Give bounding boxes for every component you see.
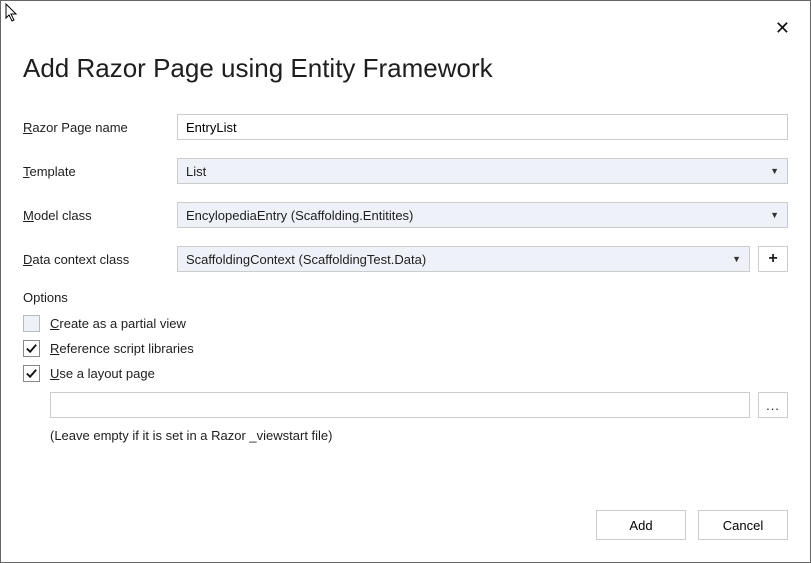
chevron-down-icon: ▼ (732, 254, 741, 264)
ellipsis-icon: ... (766, 398, 780, 413)
plus-icon: + (768, 250, 777, 268)
add-button[interactable]: Add (596, 510, 686, 540)
layout-path-row: ... (50, 392, 788, 418)
chevron-down-icon: ▼ (770, 210, 779, 220)
razor-page-name-label: Razor Page name (23, 120, 177, 135)
dialog-buttons: Add Cancel (23, 490, 788, 540)
create-partial-checkbox[interactable] (23, 315, 40, 332)
use-layout-label: Use a layout page (50, 366, 155, 381)
chevron-down-icon: ▼ (770, 166, 779, 176)
reference-scripts-row: Reference script libraries (23, 340, 788, 357)
razor-page-name-input[interactable] (177, 114, 788, 140)
options-heading: Options (23, 290, 788, 305)
model-class-label: Model class (23, 208, 177, 223)
close-button[interactable]: ✕ (775, 19, 790, 37)
template-combo[interactable]: List ▼ (177, 158, 788, 184)
reference-scripts-label: Reference script libraries (50, 341, 194, 356)
use-layout-checkbox[interactable] (23, 365, 40, 382)
dialog-title: Add Razor Page using Entity Framework (23, 53, 788, 84)
template-value: List (186, 164, 764, 179)
reference-scripts-checkbox[interactable] (23, 340, 40, 357)
data-context-label: Data context class (23, 252, 177, 267)
browse-layout-button[interactable]: ... (758, 392, 788, 418)
check-icon (25, 367, 38, 380)
cancel-button[interactable]: Cancel (698, 510, 788, 540)
create-partial-row: Create as a partial view (23, 315, 788, 332)
template-label: Template (23, 164, 177, 179)
data-context-combo[interactable]: ScaffoldingContext (ScaffoldingTest.Data… (177, 246, 750, 272)
form-grid: Razor Page name Template List ▼ Model cl… (23, 114, 788, 272)
options-section: Options Create as a partial view Referen… (23, 290, 788, 443)
create-partial-label: Create as a partial view (50, 316, 186, 331)
model-class-combo[interactable]: EncylopediaEntry (Scaffolding.Entitites)… (177, 202, 788, 228)
layout-hint: (Leave empty if it is set in a Razor _vi… (50, 428, 788, 443)
check-icon (25, 342, 38, 355)
dialog-container: ✕ Add Razor Page using Entity Framework … (1, 1, 810, 562)
layout-path-input[interactable] (50, 392, 750, 418)
use-layout-row: Use a layout page (23, 365, 788, 382)
data-context-value: ScaffoldingContext (ScaffoldingTest.Data… (186, 252, 726, 267)
add-data-context-button[interactable]: + (758, 246, 788, 272)
model-class-value: EncylopediaEntry (Scaffolding.Entitites) (186, 208, 764, 223)
